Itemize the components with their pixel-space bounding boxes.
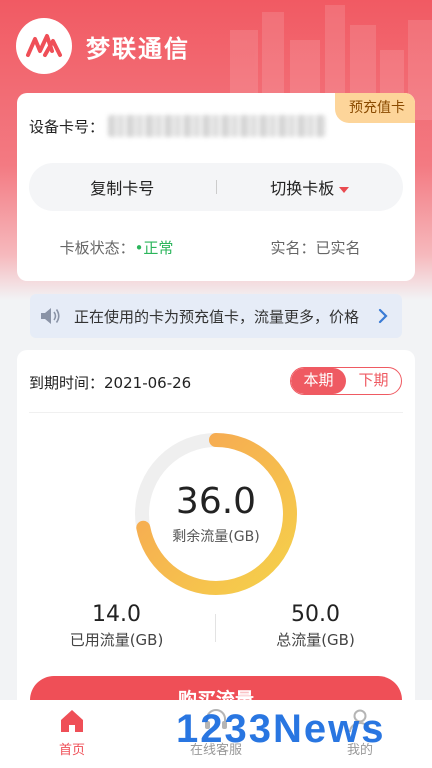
- tab-next-period[interactable]: 下期: [346, 368, 401, 394]
- prepaid-badge: 预充值卡: [335, 93, 415, 123]
- status-row: 卡板状态：•正常 实名：已实名: [17, 237, 415, 258]
- card-actions: 复制卡号 切换卡板: [29, 163, 403, 211]
- total-stat: 50.0 总流量(GB): [216, 602, 415, 662]
- speaker-icon: [41, 308, 60, 324]
- switch-card-button[interactable]: 切换卡板: [217, 175, 404, 199]
- switch-card-label: 切换卡板: [270, 179, 335, 198]
- remaining-label: 剩余流量(GB): [172, 529, 260, 545]
- tab-home-label: 首页: [58, 743, 85, 758]
- device-number-redacted: [108, 115, 327, 137]
- usage-panel: 到期时间：2021-06-26 本期 下期 36.0 剩余流量(GB) 14.0…: [17, 350, 415, 720]
- used-stat: 14.0 已用流量(GB): [17, 602, 216, 662]
- usage-stats: 14.0 已用流量(GB) 50.0 总流量(GB): [17, 602, 415, 662]
- remaining-data-gauge: 36.0 剩余流量(GB): [130, 428, 302, 600]
- period-toggle: 本期 下期: [290, 367, 402, 395]
- card-status: 卡板状态：•正常: [17, 237, 216, 258]
- app-title: 梦联通信: [86, 34, 190, 63]
- expire-row: 到期时间：2021-06-26: [29, 372, 191, 393]
- expire-date: 2021-06-26: [104, 374, 192, 392]
- notice-bar[interactable]: 正在使用的卡为预充值卡，流量更多，价格: [30, 294, 402, 338]
- divider: [29, 412, 403, 413]
- stat-divider: [215, 614, 216, 642]
- card-info-panel: 预充值卡 设备卡号： 复制卡号 切换卡板 卡板状态：•正常 实名：已实名: [17, 93, 415, 281]
- tab-current-period[interactable]: 本期: [291, 368, 346, 394]
- used-value: 14.0: [92, 602, 141, 627]
- mlink-logo-icon: [16, 18, 72, 74]
- chevron-right-icon[interactable]: [374, 307, 392, 325]
- tab-home[interactable]: 首页: [0, 700, 144, 768]
- device-number-row: 设备卡号：: [29, 115, 327, 137]
- card-status-value: •正常: [134, 239, 174, 257]
- app-header: 梦联通信: [16, 18, 190, 74]
- card-status-label: 卡板状态：: [59, 239, 135, 257]
- used-label: 已用流量(GB): [69, 631, 164, 649]
- total-label: 总流量(GB): [276, 631, 355, 649]
- total-value: 50.0: [291, 602, 340, 627]
- realname-value: 已实名: [315, 239, 361, 257]
- copy-card-number-button[interactable]: 复制卡号: [29, 175, 216, 199]
- triangle-down-icon: [339, 186, 350, 193]
- realname-status: 实名：已实名: [216, 237, 415, 258]
- home-icon: [61, 710, 83, 732]
- expire-label: 到期时间：: [29, 374, 105, 392]
- realname-label: 实名：: [270, 239, 316, 257]
- notice-text: 正在使用的卡为预充值卡，流量更多，价格: [74, 307, 360, 326]
- watermark: 1233News: [176, 706, 386, 751]
- remaining-value: 36.0: [175, 481, 257, 522]
- device-number-label: 设备卡号：: [29, 117, 105, 136]
- copy-card-number-label: 复制卡号: [90, 179, 155, 198]
